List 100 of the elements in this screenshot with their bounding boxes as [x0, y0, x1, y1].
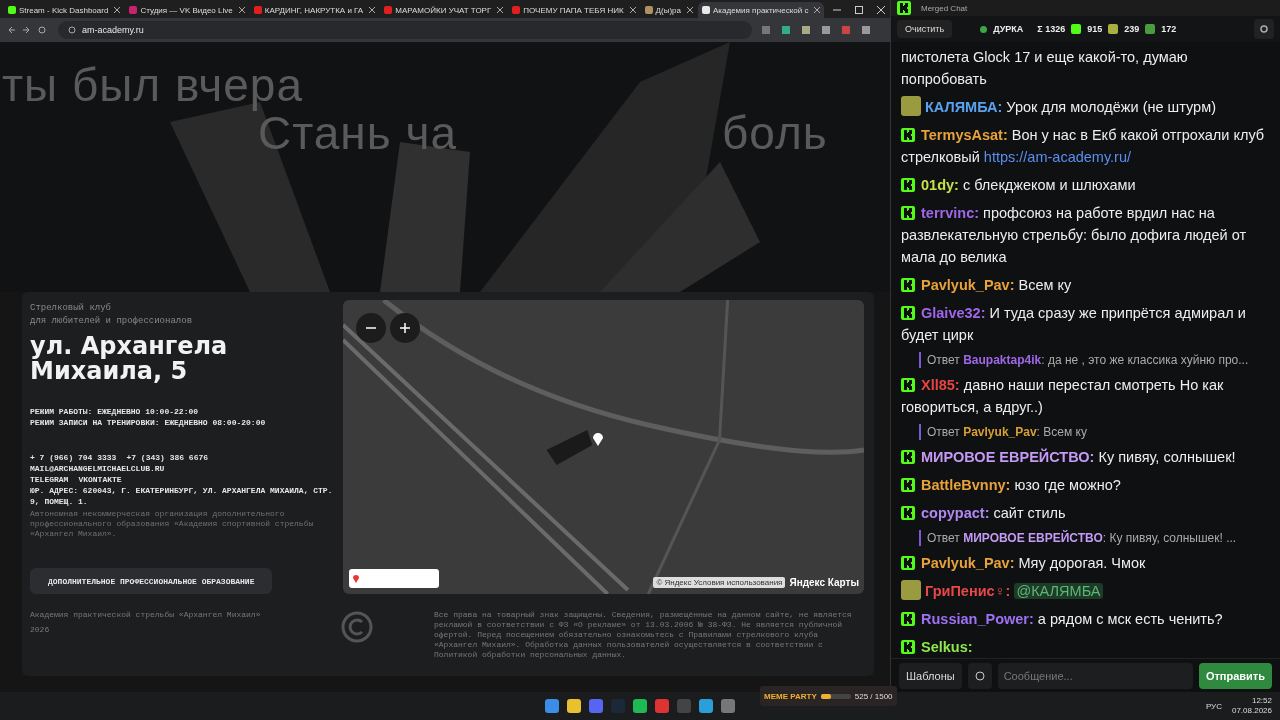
viewer-count: 172	[1161, 24, 1177, 34]
emote-image	[901, 580, 921, 600]
address-field[interactable]: am-academy.ru	[58, 21, 752, 39]
chat-message: Pavlyuk_Pav: Мяу дорогая. Чмок	[901, 552, 1270, 574]
clock[interactable]: 12:52 07.08.2026	[1231, 696, 1272, 716]
chat-message: Pavlyuk_Pav: Всем ку	[901, 274, 1270, 296]
footer-year: 2026	[30, 625, 51, 635]
site-info-icon	[68, 26, 76, 34]
zoom-out-button[interactable]	[356, 313, 386, 343]
legal-address: ЮР. АДРЕС: 620043, Г. ЕКАТЕРИНБУРГ, УЛ. АРХАНГЕЛА МИХАИЛА, СТР. 9, ПОМЕЩ. 1.	[30, 485, 333, 507]
address-heading: ул. Архангела Михаила, 5	[30, 334, 229, 384]
platform-icon	[1071, 24, 1082, 34]
browser-tab[interactable]: Академия практической с	[698, 2, 825, 18]
widget-reading: 525 / 1500	[854, 691, 893, 701]
education-button[interactable]: ДОПОЛНИТЕЛЬНОЕ ПРОФЕССИОНАЛЬНОЕ ОБРАЗОВАНИЕ	[30, 568, 273, 594]
kick-logo-icon	[901, 450, 915, 464]
language-indicator[interactable]: РУС	[1205, 701, 1222, 711]
pin-icon	[353, 574, 359, 583]
kick-logo-icon	[901, 278, 915, 292]
maximize-icon[interactable]	[855, 6, 864, 14]
hero-text: боль	[722, 106, 828, 160]
close-icon[interactable]	[369, 7, 376, 13]
favicon-icon	[8, 6, 16, 14]
reply-quote: Ответ Baupaktap4ik: да не , это же классика хуйню про...	[919, 352, 1270, 368]
minus-icon	[366, 327, 376, 329]
map-view[interactable]: © Яндекс Условия использования Яндекс Карты	[343, 300, 864, 594]
email-link[interactable]: MAIL@ARCHANGELMICHAELCLUB.RU	[30, 463, 333, 474]
footer-legal: Все права на товарный знак защищены. Сведения, размещённые на данном сайте, не является рекламой в соответствии с ФЗ «О рекламе» от 13.03.2006 № 38-ФЗ. Не является публичной офертой. Перед посещением обязательно ознакомьтесь с Правилами стрелкового клуба «Архангел Михаил». Обработка данных пользователей осуществляется в соответствии с Политикой обработки персональных данных.	[434, 610, 853, 660]
browser-tab[interactable]: КАРДИНГ, НАКРУТКА и ГА	[249, 2, 380, 18]
url-text: am-academy.ru	[82, 25, 144, 35]
kick-logo-icon	[901, 128, 915, 142]
reply-quote: Ответ Pavlyuk_Pav: Всем ку	[919, 424, 1270, 440]
viewer-count: 239	[1124, 24, 1140, 34]
chat-message: TermysAsat: Вон у нас в Екб какой отгрохали клуб стрелковый https://am-academy.ru/	[901, 126, 1266, 167]
close-icon[interactable]	[877, 6, 886, 14]
kick-logo-icon	[901, 206, 915, 220]
favicon-icon	[129, 6, 138, 14]
social-link[interactable]: TELEGRAM	[30, 474, 69, 485]
close-icon[interactable]	[629, 7, 636, 13]
organization-text: Автономная некоммерческая организация дополнительного профессионального образования «Академия спортивной стрельбы «Архангел Михаил».	[30, 509, 315, 539]
status-dot	[980, 25, 988, 33]
send-button[interactable]: Отправить	[1198, 662, 1272, 689]
templates-button[interactable]: Шаблоны	[899, 662, 962, 689]
browser-tab[interactable]: МАРАМОЙКИ УЧАТ ТОРГ	[380, 2, 508, 18]
close-icon[interactable]	[497, 7, 504, 13]
kick-logo-icon	[901, 478, 915, 492]
favicon-icon	[512, 6, 521, 14]
map-attribution[interactable]: © Яндекс Условия использования	[653, 577, 786, 588]
map-pin-icon[interactable]	[592, 430, 604, 446]
close-icon[interactable]	[814, 7, 821, 13]
phone-link[interactable]: +7 (343) 386 6676	[126, 452, 209, 463]
settings-button[interactable]	[1254, 19, 1274, 39]
chat-message: 01dy: с блекджеком и шлюхами	[901, 174, 1270, 196]
chat-message: ГриПенис♀: @КАЛЯМБА	[901, 580, 1270, 602]
chat-message: copypact: сайт стиль	[901, 502, 1270, 524]
close-icon[interactable]	[687, 7, 693, 13]
browser-tab[interactable]: Д(ы)ра	[640, 2, 697, 18]
copyright-icon	[340, 610, 374, 644]
footer-name: Академия практической стрельбы «Архангел Михаил»	[30, 610, 262, 620]
social-link[interactable]: VKONTAKTE	[78, 474, 122, 485]
chat-message: Russian_Power: а рядом с мск есть ченить?	[901, 608, 1270, 630]
widget-title: MEME PARTY	[764, 691, 817, 701]
channel-name: ДУРКА	[993, 24, 1024, 34]
message-field[interactable]: Сообщение...	[997, 662, 1193, 689]
chat-message: terrvinc: профсоюз на работе врдил нас на развлекательную стрельбу: было дофига людей от мала до велика	[901, 204, 1248, 267]
emoji-button[interactable]	[967, 662, 992, 689]
total-count: Σ 1326	[1037, 24, 1066, 34]
window-title: Merged Chat	[921, 3, 968, 13]
reply-quote: Ответ МИРОВОЕ ЕВРЕЙСТВО: Ку пивяу, солнышек! ...	[919, 530, 1270, 546]
viewer-count: 915	[1087, 24, 1103, 34]
map-search-field[interactable]	[349, 569, 439, 588]
chat-message: Xll85: давно наши перестал смотреть Но как говориться, а вдруг..)	[901, 376, 1225, 417]
plus-icon	[400, 323, 410, 333]
chat-message: Selkus:	[901, 636, 1270, 658]
close-icon[interactable]	[238, 7, 245, 13]
club-subtitle: Стрелковый клуб	[30, 302, 112, 315]
browser-tab[interactable]: Студия — VK Видео Live	[125, 2, 249, 18]
kick-logo-icon	[901, 178, 915, 192]
browser-tab[interactable]: Stream - Kick Dashboard	[4, 2, 125, 18]
kick-logo-icon	[901, 556, 915, 570]
club-subtitle: для любителей и профессионалов	[30, 315, 194, 328]
map-logo[interactable]: Яндекс Карты	[789, 577, 859, 588]
browser-tab[interactable]: ПОЧЕМУ ПАПА ТЕБЯ НИК	[508, 2, 640, 18]
phone-link[interactable]: + 7 (966) 704 3333	[30, 452, 117, 463]
chat-link[interactable]: https://am-academy.ru/	[983, 149, 1132, 165]
chat-message: МИРОВОЕ ЕВРЕЙСТВО: Ку пивяу, солнышек!	[901, 446, 1270, 468]
chat-message: BattleBvnny: юзо где можно?	[901, 474, 1270, 496]
close-icon[interactable]	[114, 7, 121, 13]
minimize-icon[interactable]	[833, 6, 842, 14]
kick-logo-icon	[901, 612, 915, 626]
hours-text: РЕЖИМ ЗАПИСИ НА ТРЕНИРОВКИ: ЕЖЕДНЕВНО 08:00-20:00	[30, 417, 267, 428]
kick-logo-icon	[901, 306, 915, 320]
platform-icon	[1145, 24, 1156, 34]
navigation-icon[interactable]	[8, 26, 48, 34]
emote-image	[901, 96, 921, 116]
chat-message: Glaive32: И туда сразу же припрётся адмирал и будет цирк	[901, 304, 1247, 345]
gear-icon	[1260, 25, 1268, 33]
smiley-icon	[974, 670, 985, 681]
clear-button[interactable]: Очистить	[897, 20, 953, 38]
zoom-in-button[interactable]	[390, 313, 420, 343]
